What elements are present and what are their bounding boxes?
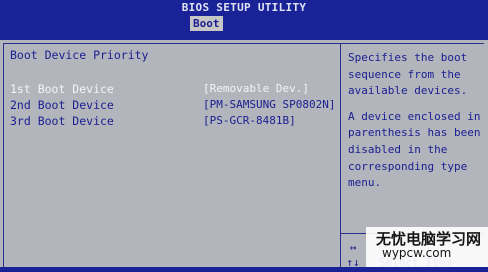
help-line: available devices.: [348, 84, 468, 98]
up-down-arrow-icon: ↑↓: [346, 256, 360, 269]
boot-device-label: 2nd Boot Device: [10, 98, 114, 112]
boot-device-value[interactable]: [PM-SAMSUNG SP0802N]: [203, 98, 335, 111]
help-line: disabled in the: [348, 142, 448, 156]
help-line: Specifies the boot: [348, 51, 468, 64]
bios-title: BIOS SETUP UTILITY: [181, 1, 307, 14]
help-line: sequence from the: [348, 67, 461, 81]
frame-top-border: [3, 43, 484, 44]
tab-boot[interactable]: Boot: [190, 16, 223, 31]
boot-device-row-3[interactable]: 3rd Boot Device [PS-GCR-8481B]: [10, 114, 340, 130]
title-bar: BIOS SETUP UTILITY Boot: [0, 0, 488, 40]
boot-device-value[interactable]: [Removable Dev.]: [203, 82, 309, 95]
left-right-arrow-icon: ↔: [349, 241, 357, 254]
boot-device-list: 1st Boot Device [Removable Dev.] 2nd Boo…: [10, 82, 340, 130]
help-line: corresponding type: [348, 159, 468, 173]
watermark-url: wypcw.com: [382, 246, 452, 260]
help-line: A device enclosed in: [348, 109, 481, 123]
help-text: Specifies the boot sequence from the ava…: [348, 50, 484, 201]
boot-device-row-2[interactable]: 2nd Boot Device [PM-SAMSUNG SP0802N]: [10, 98, 340, 114]
help-paragraph: A device enclosed in parenthesis has bee…: [348, 109, 484, 192]
help-line: menu.: [348, 176, 382, 190]
boot-device-row-1[interactable]: 1st Boot Device [Removable Dev.]: [10, 82, 340, 98]
help-paragraph: Specifies the boot sequence from the ava…: [348, 50, 484, 100]
frame-left-border: [3, 43, 4, 267]
section-title: Boot Device Priority: [10, 48, 149, 62]
help-line: parenthesis has been: [348, 126, 481, 140]
boot-device-label: 3rd Boot Device: [10, 114, 114, 128]
boot-device-value[interactable]: [PS-GCR-8481B]: [203, 114, 296, 127]
boot-device-label: 1st Boot Device: [10, 82, 114, 96]
